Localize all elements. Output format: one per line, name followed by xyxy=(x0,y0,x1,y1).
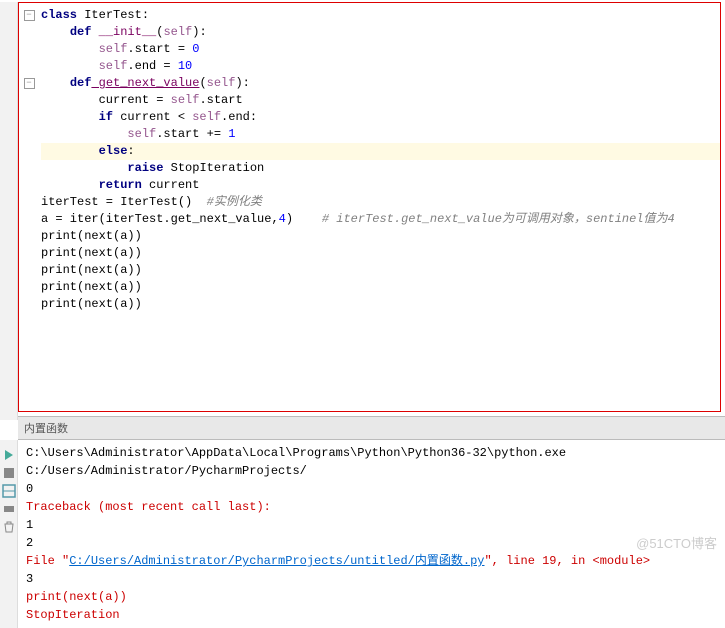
fold-gutter: − − xyxy=(19,7,39,92)
code-line[interactable]: class IterTest: xyxy=(41,7,720,24)
code-line[interactable]: iterTest = IterTest() #实例化类 xyxy=(41,194,720,211)
code-line[interactable]: print(next(a)) xyxy=(41,245,720,262)
code-line[interactable]: a = iter(iterTest.get_next_value,4) # it… xyxy=(41,211,720,228)
console-output[interactable]: C:\Users\Administrator\AppData\Local\Pro… xyxy=(18,440,725,628)
code-line[interactable]: print(next(a)) xyxy=(41,262,720,279)
console-line: print(next(a)) xyxy=(26,588,717,606)
console-line: File "C:/Users/Administrator/PycharmProj… xyxy=(26,552,717,570)
console-line: 3 xyxy=(26,570,717,588)
print-icon[interactable] xyxy=(2,502,16,516)
console-line: C:\Users\Administrator\AppData\Local\Pro… xyxy=(26,444,717,480)
console-line: 1 xyxy=(26,516,717,534)
code-editor[interactable]: − − class IterTest: def __init__(self): … xyxy=(18,2,721,412)
code-line[interactable]: self.start = 0 xyxy=(41,41,720,58)
layout-icon[interactable] xyxy=(2,484,16,498)
code-line[interactable]: if current < self.end: xyxy=(41,109,720,126)
code-line[interactable]: return current xyxy=(41,177,720,194)
fold-icon[interactable]: − xyxy=(24,10,35,21)
console-line: Traceback (most recent call last): xyxy=(26,498,717,516)
rerun-icon[interactable] xyxy=(2,448,16,462)
code-line[interactable]: print(next(a)) xyxy=(41,279,720,296)
console-line: 2 xyxy=(26,534,717,552)
delete-icon[interactable] xyxy=(2,520,16,534)
code-line[interactable]: print(next(a)) xyxy=(41,296,720,313)
stop-icon[interactable] xyxy=(2,466,16,480)
code-line[interactable]: self.start += 1 xyxy=(41,126,720,143)
run-panel-tab[interactable]: 内置函数 xyxy=(18,416,725,440)
console-toolbar xyxy=(0,440,18,628)
console-line: StopIteration xyxy=(26,606,717,624)
watermark: @51CTO博客 xyxy=(636,533,717,552)
code-line[interactable]: else: xyxy=(41,143,720,160)
code-line[interactable]: raise StopIteration xyxy=(41,160,720,177)
code-line[interactable]: def get_next_value(self): xyxy=(41,75,720,92)
code-line[interactable]: current = self.start xyxy=(41,92,720,109)
code-line[interactable]: self.end = 10 xyxy=(41,58,720,75)
fold-icon[interactable]: − xyxy=(24,78,35,89)
code-line[interactable]: def __init__(self): xyxy=(41,24,720,41)
console-line: 0 xyxy=(26,480,717,498)
file-link[interactable]: C:/Users/Administrator/PycharmProjects/u… xyxy=(69,554,484,568)
editor-left-gutter xyxy=(0,2,18,420)
code-line[interactable]: print(next(a)) xyxy=(41,228,720,245)
